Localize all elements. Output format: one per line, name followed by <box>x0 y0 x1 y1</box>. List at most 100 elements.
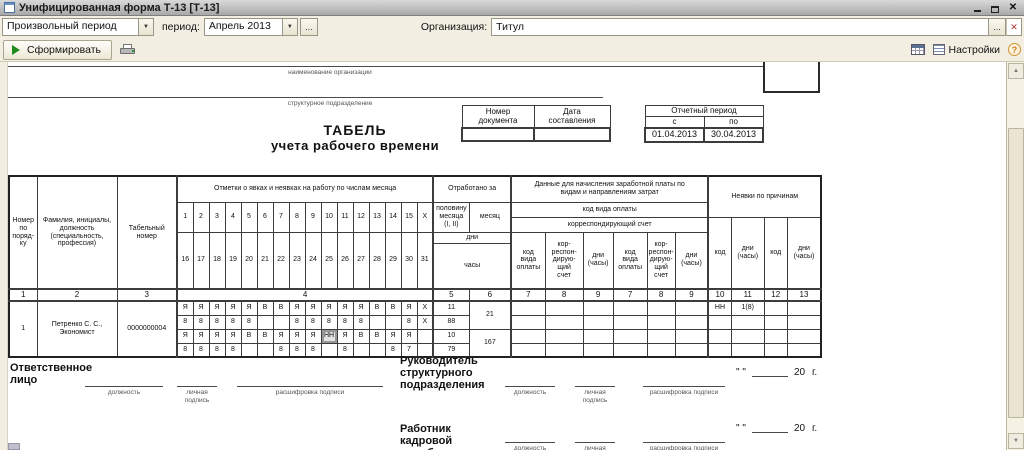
pay-cell[interactable] <box>674 342 709 358</box>
selected-day-mark-cell[interactable]: НН <box>320 328 338 344</box>
pay-cell[interactable] <box>646 300 676 316</box>
settings-button[interactable]: Настройки <box>932 44 1000 56</box>
absence-dh-cell[interactable]: 1(8) <box>730 300 765 316</box>
pay-cell[interactable] <box>510 342 546 358</box>
absence-code-cell[interactable] <box>763 300 788 316</box>
absence-code-cell[interactable] <box>707 314 732 330</box>
pay-cell[interactable] <box>510 300 546 316</box>
chevron-down-icon[interactable]: ▼ <box>281 19 297 35</box>
day-mark-cell[interactable]: Я <box>336 328 354 344</box>
day-mark-cell[interactable]: В <box>352 328 370 344</box>
day-hours-cell[interactable]: 8 <box>208 342 226 358</box>
table-view-icon[interactable] <box>910 44 925 55</box>
day-hours-cell[interactable]: 8 <box>176 314 194 330</box>
day-mark-cell[interactable]: Я <box>304 300 322 316</box>
day-hours-cell[interactable]: 8 <box>304 314 322 330</box>
day-mark-cell[interactable]: Я <box>208 328 226 344</box>
pay-cell[interactable] <box>582 300 614 316</box>
day-mark-cell[interactable]: Я <box>352 300 370 316</box>
day-hours-cell[interactable]: 8 <box>352 314 370 330</box>
period-select[interactable]: Апрель 2013 ▼ <box>203 18 298 36</box>
absence-dh-cell[interactable] <box>730 328 765 344</box>
day-mark-cell[interactable]: Я <box>320 300 338 316</box>
day-hours-cell[interactable] <box>384 314 402 330</box>
employee-name-cell[interactable]: Петренко С. С., Экономист <box>36 300 118 358</box>
day-hours-cell[interactable]: 8 <box>208 314 226 330</box>
day-mark-cell[interactable]: Я <box>336 300 354 316</box>
day-hours-cell[interactable]: 8 <box>288 314 306 330</box>
days-half1-cell[interactable]: 11 <box>432 300 470 316</box>
pay-cell[interactable] <box>674 314 709 330</box>
day-hours-cell[interactable]: 8 <box>288 342 306 358</box>
day-mark-cell[interactable]: Я <box>400 300 418 316</box>
absence-dh-cell[interactable] <box>786 314 822 330</box>
day-mark-cell[interactable]: В <box>368 328 386 344</box>
day-mark-cell[interactable]: Я <box>224 300 242 316</box>
day-mark-cell[interactable]: В <box>256 300 274 316</box>
absence-code-cell[interactable] <box>763 314 788 330</box>
pay-cell[interactable] <box>646 314 676 330</box>
pay-cell[interactable] <box>612 328 648 344</box>
organization-input[interactable] <box>491 18 988 36</box>
minimize-button[interactable] <box>970 2 984 13</box>
scroll-down-button[interactable]: ▼ <box>1008 433 1024 449</box>
organization-clear-button[interactable]: ✕ <box>1006 18 1022 36</box>
hours-month-cell[interactable]: 167 <box>468 328 512 358</box>
absence-dh-cell[interactable] <box>786 300 822 316</box>
day-mark-cell[interactable]: Я <box>288 300 306 316</box>
day-hours-cell[interactable]: 8 <box>176 342 194 358</box>
day-mark-cell[interactable]: Я <box>208 300 226 316</box>
absence-code-cell[interactable] <box>707 328 732 344</box>
day-mark-cell[interactable]: Я <box>240 300 258 316</box>
day-mark-cell[interactable]: Я <box>192 300 210 316</box>
day-hours-cell[interactable] <box>256 314 274 330</box>
doc-number-value[interactable] <box>461 126 535 142</box>
pay-cell[interactable] <box>674 300 709 316</box>
pay-cell[interactable] <box>544 314 584 330</box>
days-half2-cell[interactable]: 10 <box>432 328 470 344</box>
pay-cell[interactable] <box>544 342 584 358</box>
absence-code-cell[interactable] <box>707 342 732 358</box>
scroll-up-button[interactable]: ▲ <box>1008 63 1024 79</box>
scrollbar-thumb[interactable] <box>1008 128 1024 418</box>
generate-button[interactable]: Сформировать <box>3 39 113 60</box>
hours-half1-cell[interactable]: 88 <box>432 314 470 330</box>
day-hours-cell[interactable]: 8 <box>272 342 290 358</box>
absence-dh-cell[interactable] <box>730 342 765 358</box>
day-hours-cell[interactable] <box>256 342 274 358</box>
day-mark-cell[interactable]: В <box>272 300 290 316</box>
tab-number-cell[interactable]: 0000000004 <box>116 300 178 358</box>
day-mark-cell[interactable]: X <box>416 300 434 316</box>
pay-cell[interactable] <box>612 300 648 316</box>
absence-dh-cell[interactable] <box>786 342 822 358</box>
day-hours-cell[interactable]: 8 <box>304 342 322 358</box>
day-mark-cell[interactable]: В <box>368 300 386 316</box>
print-button[interactable] <box>116 40 138 60</box>
pay-cell[interactable] <box>674 328 709 344</box>
day-mark-cell[interactable]: Я <box>272 328 290 344</box>
day-mark-cell[interactable]: В <box>256 328 274 344</box>
doc-date-value[interactable] <box>533 126 611 142</box>
day-mark-cell[interactable]: Я <box>176 300 194 316</box>
day-hours-cell[interactable]: 8 <box>224 314 242 330</box>
chevron-down-icon[interactable]: ▼ <box>138 19 153 35</box>
pay-cell[interactable] <box>544 328 584 344</box>
day-hours-cell[interactable]: 8 <box>400 314 418 330</box>
pay-cell[interactable] <box>582 314 614 330</box>
day-hours-cell[interactable] <box>240 342 258 358</box>
day-mark-cell[interactable]: Я <box>176 328 194 344</box>
day-hours-cell[interactable]: 8 <box>192 342 210 358</box>
pay-cell[interactable] <box>510 314 546 330</box>
pay-cell[interactable] <box>612 342 648 358</box>
day-hours-cell[interactable] <box>368 342 386 358</box>
days-month-cell[interactable]: 21 <box>468 300 512 330</box>
day-hours-cell[interactable]: X <box>416 314 434 330</box>
day-mark-cell[interactable]: В <box>240 328 258 344</box>
absence-code-cell[interactable] <box>763 328 788 344</box>
vertical-scrollbar[interactable]: ▲ ▼ <box>1006 62 1024 450</box>
close-button[interactable]: ✕ <box>1006 2 1020 13</box>
restore-button[interactable] <box>988 2 1002 13</box>
day-hours-cell[interactable] <box>352 342 370 358</box>
absence-dh-cell[interactable] <box>786 328 822 344</box>
pay-cell[interactable] <box>646 342 676 358</box>
